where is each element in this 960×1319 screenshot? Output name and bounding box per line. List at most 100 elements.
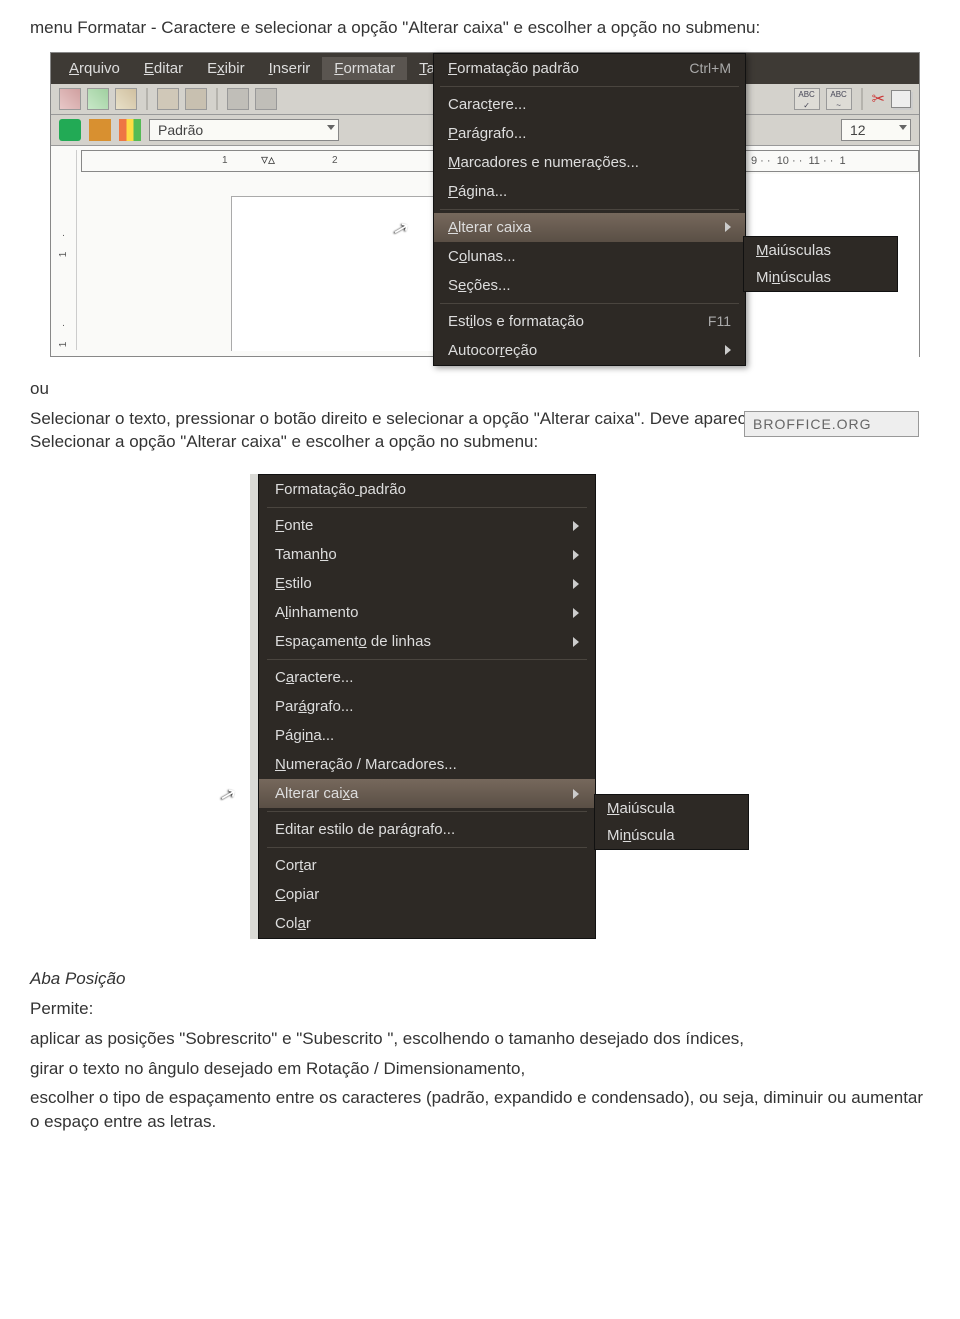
formatar-menu-item[interactable]: Parágrafo... (434, 119, 745, 148)
context-menu-item[interactable]: Alinhamento (259, 598, 595, 627)
permite-label: Permite: (30, 997, 930, 1021)
tool-icon[interactable] (59, 88, 81, 110)
context-menu-item[interactable]: Caractere... (259, 663, 595, 692)
case-submenu-item[interactable]: Minúsculas (744, 264, 897, 291)
menu-item-label: Colar (275, 915, 311, 932)
menu-item-label: Maiúscula (607, 800, 675, 817)
bullet-2: girar o texto no ângulo desejado em Rota… (30, 1057, 930, 1081)
toolbar-separator (146, 88, 148, 110)
case-submenu-item[interactable]: Maiúsculas (744, 237, 897, 264)
formatar-menu-item[interactable]: Alterar caixa↖ (434, 213, 745, 242)
formatar-menu-item[interactable]: Autocorreção (434, 336, 745, 365)
tool-icon[interactable] (87, 88, 109, 110)
bullet-3: escolher o tipo de espaçamento entre os … (30, 1086, 930, 1134)
menu-separator (440, 209, 739, 210)
alterar-caixa-submenu: Maiúscula Minúscula (594, 794, 749, 850)
menu-separator (440, 86, 739, 87)
menu-item-label: Editar estilo de parágrafo... (275, 821, 455, 838)
submenu-arrow-icon (573, 550, 579, 560)
copy-icon[interactable] (891, 90, 911, 108)
menu-formatar[interactable]: Formatar (322, 57, 407, 80)
menu-exibir[interactable]: Exibir (195, 57, 257, 80)
menu-separator (267, 847, 587, 848)
menu-inserir[interactable]: Inserir (257, 57, 323, 80)
intro-para: menu Formatar - Caractere e selecionar a… (30, 16, 930, 40)
case-submenu-item[interactable]: Maiúscula (595, 795, 748, 822)
formatar-menu-item[interactable]: Colunas... (434, 242, 745, 271)
autospell-icon[interactable]: ABC~ (826, 88, 852, 110)
screenshot-formatar-menu: ArquivoEditarExibirInserirFormatarTabela… (50, 52, 920, 357)
toolbar-separator (216, 88, 218, 110)
tool-icon[interactable] (157, 88, 179, 110)
menu-item-label: Parágrafo... (448, 125, 526, 142)
dropdown-value: 12 (850, 122, 866, 138)
submenu-arrow-icon (725, 345, 731, 355)
submenu-arrow-icon (725, 222, 731, 232)
spellcheck-icon[interactable]: ABC✓ (794, 88, 820, 110)
menu-editar[interactable]: Editar (132, 57, 195, 80)
formatar-menu-item[interactable]: Seções... (434, 271, 745, 300)
menu-item-label: Marcadores e numerações... (448, 154, 639, 171)
cut-icon[interactable]: ✂ (872, 89, 885, 109)
context-menu-item[interactable]: Formatação padrão (259, 475, 595, 504)
formatar-menu-item[interactable]: Formatação padrão Ctrl+M (434, 54, 745, 83)
toolbar-separator (861, 88, 863, 110)
formatar-menu-item[interactable]: Página... (434, 177, 745, 206)
submenu-arrow-icon (573, 637, 579, 647)
ruler-indent-marker[interactable]: ▿▵ (261, 151, 275, 168)
font-size-dropdown[interactable]: 12 (841, 119, 911, 141)
context-menu-item[interactable]: Fonte (259, 511, 595, 540)
formatar-menu-item[interactable]: Marcadores e numerações... (434, 148, 745, 177)
menu-item-label: Colunas... (448, 248, 516, 265)
tool-icon[interactable] (119, 119, 141, 141)
menu-item-label: Caractere... (448, 96, 526, 113)
ruler-right-fragment: 9 · · 10 · · 11 · · 1 (744, 150, 919, 172)
tool-icon[interactable] (227, 88, 249, 110)
menu-separator (267, 659, 587, 660)
menu-item-label: Página... (448, 183, 507, 200)
menu-item-label: Tamanho (275, 546, 337, 563)
paragraph-style-dropdown[interactable]: Padrão (149, 119, 339, 141)
vertical-ruler: · 1 · 1 (51, 150, 77, 350)
menu-item-label: Estilos e formatação (448, 313, 584, 330)
context-menu-item[interactable]: Editar estilo de parágrafo... (259, 815, 595, 844)
menu-item-label: Alterar caixa (448, 219, 531, 236)
tool-icon[interactable] (255, 88, 277, 110)
tool-icon[interactable] (89, 119, 111, 141)
case-submenu-item[interactable]: Minúscula (595, 822, 748, 849)
context-menu: Formatação padrão Fonte Tamanho Estilo Alinh… (258, 474, 596, 939)
context-menu-item[interactable]: Página... (259, 721, 595, 750)
menu-item-label: Seções... (448, 277, 511, 294)
submenu-arrow-icon (573, 789, 579, 799)
context-menu-item[interactable]: Espaçamento de linhas (259, 627, 595, 656)
menu-item-label: Caractere... (275, 669, 353, 686)
tool-icon[interactable] (115, 88, 137, 110)
menu-separator (267, 811, 587, 812)
context-menu-item[interactable]: Estilo (259, 569, 595, 598)
menu-item-label: Numeração / Marcadores... (275, 756, 457, 773)
menu-item-label: Maiúsculas (756, 242, 831, 259)
menu-item-label: Formatação padrão (275, 481, 406, 498)
context-menu-item[interactable]: Parágrafo... (259, 692, 595, 721)
menu-item-label: Minúsculas (756, 269, 831, 286)
menu-shortcut: Ctrl+M (689, 60, 731, 76)
context-menu-item[interactable]: Tamanho (259, 540, 595, 569)
formatar-menu-item[interactable]: Caractere... (434, 90, 745, 119)
alterar-caixa-submenu: Maiúsculas Minúsculas (743, 236, 898, 292)
menu-arquivo[interactable]: Arquivo (57, 57, 132, 80)
chevron-down-icon (899, 125, 907, 130)
menu-item-label: Formatação padrão (448, 60, 579, 77)
context-menu-item[interactable]: Cortar (259, 851, 595, 880)
context-menu-item[interactable]: Alterar caixa↖ (259, 779, 595, 808)
context-menu-item[interactable]: Colar (259, 909, 595, 938)
context-menu-item[interactable]: Numeração / Marcadores... (259, 750, 595, 779)
context-menu-item[interactable]: Copiar (259, 880, 595, 909)
find-icon[interactable] (59, 119, 81, 141)
menu-item-label: Alinhamento (275, 604, 358, 621)
formatar-menu-item[interactable]: Estilos e formataçãoF11 (434, 307, 745, 336)
menu-item-label: Cortar (275, 857, 317, 874)
tool-icon[interactable] (185, 88, 207, 110)
menu-item-label: Estilo (275, 575, 312, 592)
menu-item-label: Minúscula (607, 827, 675, 844)
chevron-down-icon (327, 125, 335, 130)
